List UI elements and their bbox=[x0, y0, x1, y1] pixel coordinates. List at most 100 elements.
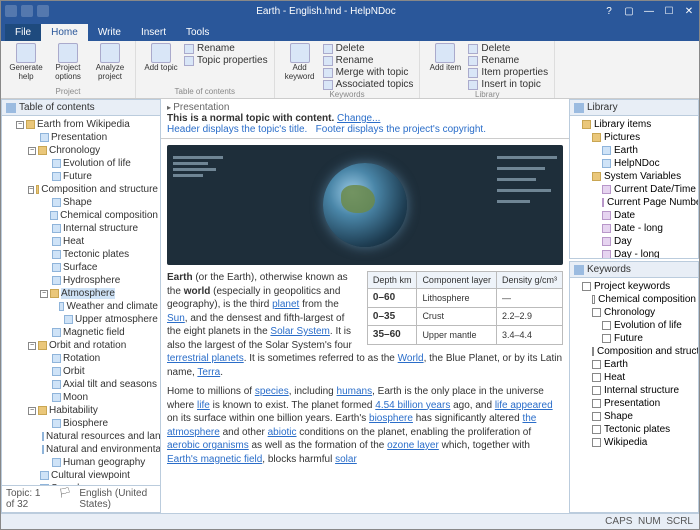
checkbox[interactable] bbox=[592, 399, 601, 408]
tree-node[interactable]: HelpNDoc bbox=[602, 157, 696, 170]
checkbox[interactable] bbox=[592, 425, 601, 434]
checkbox[interactable] bbox=[592, 347, 594, 356]
link-solar-system[interactable]: Solar System bbox=[270, 326, 329, 337]
keyword-item[interactable]: Composition and structure bbox=[592, 345, 696, 358]
link-world[interactable]: World bbox=[398, 353, 424, 364]
tree-node[interactable]: Natural and environmental hazards bbox=[40, 443, 158, 456]
link-solar[interactable]: solar bbox=[335, 454, 357, 465]
keyword-item[interactable]: Earth bbox=[592, 358, 696, 371]
delete-keyword-button[interactable]: Delete bbox=[323, 43, 414, 54]
rename-topic-button[interactable]: Rename bbox=[184, 43, 268, 54]
link-species[interactable]: species bbox=[255, 386, 289, 397]
insert-in-topic-button[interactable]: Insert in topic bbox=[468, 79, 548, 90]
merge-keyword-button[interactable]: Merge with topic bbox=[323, 67, 414, 78]
tree-node[interactable]: Moon bbox=[40, 391, 158, 404]
add-keyword-button[interactable]: Add keyword bbox=[281, 43, 319, 90]
tree-node[interactable]: System Variables bbox=[592, 170, 696, 183]
tree-node[interactable]: Current Page Number bbox=[602, 196, 696, 209]
tree-node[interactable]: Pictures bbox=[592, 131, 696, 144]
minimize-icon[interactable]: — bbox=[643, 5, 655, 17]
link-planet[interactable]: planet bbox=[272, 299, 299, 310]
checkbox[interactable] bbox=[592, 373, 601, 382]
tree-node[interactable]: Tectonic plates bbox=[40, 248, 158, 261]
tree-node[interactable]: Evolution of life bbox=[40, 157, 158, 170]
qat-save-icon[interactable] bbox=[21, 5, 33, 17]
link-magnetic[interactable]: Earth's magnetic field bbox=[167, 454, 262, 465]
tree-node[interactable]: Future bbox=[40, 170, 158, 183]
tree-node[interactable]: Surface bbox=[40, 261, 158, 274]
link-sun[interactable]: Sun bbox=[167, 313, 185, 324]
tree-node[interactable]: Day bbox=[602, 235, 696, 248]
tree-node[interactable]: Upper atmosphere bbox=[52, 313, 158, 326]
link-terra[interactable]: Terra bbox=[197, 367, 220, 378]
expand-toggle-icon[interactable]: − bbox=[16, 121, 24, 129]
generate-help-button[interactable]: Generate help bbox=[7, 43, 45, 82]
tab-file[interactable]: File bbox=[5, 24, 41, 41]
tree-node[interactable]: Weather and climate bbox=[52, 300, 158, 313]
maximize-icon[interactable]: ☐ bbox=[663, 5, 675, 17]
tree-node[interactable]: Heat bbox=[40, 235, 158, 248]
checkbox[interactable] bbox=[602, 321, 611, 330]
tree-node[interactable]: Date - long bbox=[602, 222, 696, 235]
tree-node[interactable]: −Chronology bbox=[28, 144, 158, 157]
rename-keyword-button[interactable]: Rename bbox=[323, 55, 414, 66]
tree-node[interactable]: Internal structure bbox=[40, 222, 158, 235]
rename-item-button[interactable]: Rename bbox=[468, 55, 548, 66]
expand-toggle-icon[interactable]: − bbox=[28, 342, 36, 350]
tree-node[interactable]: Day - long bbox=[602, 248, 696, 258]
tab-insert[interactable]: Insert bbox=[131, 24, 176, 41]
checkbox[interactable] bbox=[592, 308, 601, 317]
change-link[interactable]: Change... bbox=[337, 113, 380, 124]
tree-node[interactable]: Human geography bbox=[40, 456, 158, 469]
link-abiotic[interactable]: abiotic bbox=[268, 427, 297, 438]
help-icon[interactable]: ? bbox=[603, 5, 615, 17]
item-properties-button[interactable]: Item properties bbox=[468, 67, 548, 78]
keyword-item[interactable]: Presentation bbox=[592, 397, 696, 410]
editor-body[interactable]: Depth kmComponent layerDensity g/cm³0–60… bbox=[161, 139, 569, 513]
link-life[interactable]: life bbox=[197, 400, 210, 411]
tree-node[interactable]: −Atmosphere bbox=[40, 287, 158, 300]
tab-tools[interactable]: Tools bbox=[176, 24, 219, 41]
tree-node[interactable]: Presentation bbox=[28, 131, 158, 144]
keyword-item[interactable]: Heat bbox=[592, 371, 696, 384]
keyword-item[interactable]: Chemical composition bbox=[592, 293, 696, 306]
tree-node[interactable]: Axial tilt and seasons bbox=[40, 378, 158, 391]
expand-toggle-icon[interactable]: − bbox=[28, 407, 36, 415]
expand-toggle-icon[interactable]: − bbox=[28, 186, 34, 194]
tab-write[interactable]: Write bbox=[88, 24, 131, 41]
qat-undo-icon[interactable] bbox=[37, 5, 49, 17]
checkbox[interactable] bbox=[602, 334, 611, 343]
link-humans[interactable]: humans bbox=[337, 386, 373, 397]
tree-node[interactable]: Cultural viewpoint bbox=[28, 469, 158, 482]
keywords-tree[interactable]: Project keywordsChemical compositionChro… bbox=[570, 278, 698, 512]
link-terrestrial[interactable]: terrestrial planets bbox=[167, 353, 244, 364]
tree-node[interactable]: Orbit bbox=[40, 365, 158, 378]
delete-item-button[interactable]: Delete bbox=[468, 43, 548, 54]
checkbox[interactable] bbox=[582, 282, 591, 291]
checkbox[interactable] bbox=[592, 360, 601, 369]
add-item-button[interactable]: Add item bbox=[426, 43, 464, 90]
tab-home[interactable]: Home bbox=[41, 24, 88, 41]
checkbox[interactable] bbox=[592, 412, 601, 421]
keyword-item[interactable]: Future bbox=[602, 332, 696, 345]
link-life-appeared[interactable]: life appeared bbox=[495, 400, 553, 411]
expand-toggle-icon[interactable]: − bbox=[28, 147, 36, 155]
keyword-item[interactable]: Wikipedia bbox=[592, 436, 696, 449]
tree-root[interactable]: Project keywords bbox=[582, 280, 696, 293]
tree-node[interactable]: Current Date/Time bbox=[602, 183, 696, 196]
expand-toggle-icon[interactable]: − bbox=[40, 290, 48, 298]
keyword-item[interactable]: Tectonic plates bbox=[592, 423, 696, 436]
ribbon-toggle-icon[interactable]: ▢ bbox=[623, 5, 635, 17]
topic-properties-button[interactable]: Topic properties bbox=[184, 55, 268, 66]
keyword-item[interactable]: Evolution of life bbox=[602, 319, 696, 332]
tree-node[interactable]: Shape bbox=[40, 196, 158, 209]
link-biosphere[interactable]: biosphere bbox=[369, 413, 413, 424]
link-age[interactable]: 4.54 billion years bbox=[375, 400, 450, 411]
keyword-item[interactable]: Chronology bbox=[592, 306, 696, 319]
tree-node[interactable]: Chemical composition bbox=[40, 209, 158, 222]
tree-root[interactable]: −Earth from Wikipedia bbox=[16, 118, 158, 131]
tree-node[interactable]: Hydrosphere bbox=[40, 274, 158, 287]
link-aerobic[interactable]: aerobic organisms bbox=[167, 440, 249, 451]
tree-node[interactable]: −Orbit and rotation bbox=[28, 339, 158, 352]
link-ozone[interactable]: ozone layer bbox=[387, 440, 439, 451]
